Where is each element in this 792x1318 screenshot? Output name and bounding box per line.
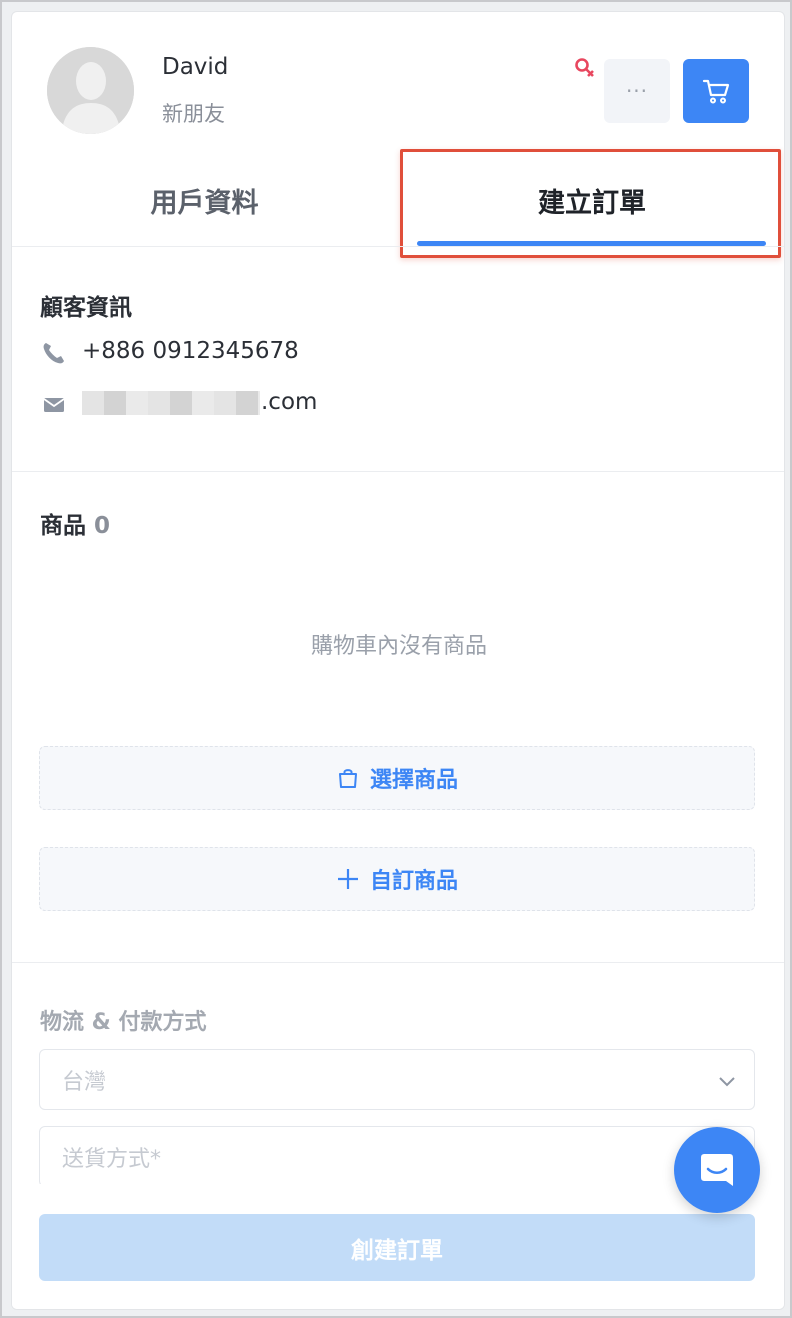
- shipping-payment-title: 物流 & 付款方式: [40, 1010, 207, 1035]
- tab-highlight-annotation: [400, 149, 781, 258]
- phone-number: +886 0912345678: [82, 338, 299, 364]
- chat-icon: [701, 1154, 733, 1186]
- email-address: .com: [82, 389, 317, 415]
- tabs-divider: [12, 246, 784, 247]
- phone-icon: [41, 340, 67, 366]
- mail-icon: [41, 392, 67, 418]
- delivery-method-placeholder: 送貨方式*: [62, 1146, 162, 1172]
- country-value: 台灣: [62, 1069, 107, 1095]
- empty-cart-message: 購物車內沒有商品: [310, 634, 487, 659]
- customer-name: David: [162, 54, 229, 80]
- select-products-button[interactable]: 選擇商品: [39, 746, 755, 810]
- redacted-email-name: [82, 390, 260, 415]
- customer-info-divider: [12, 471, 784, 472]
- customer-info-title: 顧客資訊: [40, 295, 132, 321]
- delivery-method-field[interactable]: 送貨方式*: [39, 1126, 755, 1187]
- products-divider: [12, 962, 784, 963]
- tab-user-profile[interactable]: 用戶資料: [42, 176, 367, 224]
- select-products-label: 選擇商品: [369, 768, 458, 793]
- products-title: 商品 0: [40, 506, 110, 540]
- more-options-button[interactable]: ···: [604, 59, 670, 123]
- cart-icon: [702, 79, 730, 104]
- more-icon: ···: [625, 79, 649, 103]
- chat-launcher-button[interactable]: [674, 1127, 760, 1213]
- cart-button[interactable]: [683, 59, 749, 123]
- plus-icon: [337, 869, 358, 889]
- customer-tag: 新朋友: [162, 102, 225, 126]
- custom-product-button[interactable]: 自訂商品: [39, 847, 755, 911]
- shopping-bag-icon: [338, 769, 357, 788]
- country-select[interactable]: 台灣: [39, 1049, 755, 1110]
- products-count: 0: [94, 513, 111, 539]
- products-label: 商品: [40, 513, 86, 539]
- female-gender-icon: [573, 56, 597, 80]
- create-order-button[interactable]: 創建訂單: [39, 1214, 755, 1281]
- email-suffix: .com: [261, 389, 318, 415]
- window-frame: David 新朋友 ··· 用戶資料 建立訂單 顧客資訊 +886 091234…: [0, 0, 792, 1318]
- order-panel: David 新朋友 ··· 用戶資料 建立訂單 顧客資訊 +886 091234…: [11, 11, 785, 1310]
- custom-product-label: 自訂商品: [369, 869, 458, 894]
- chevron-down-icon: [719, 1077, 735, 1087]
- avatar[interactable]: [47, 47, 134, 134]
